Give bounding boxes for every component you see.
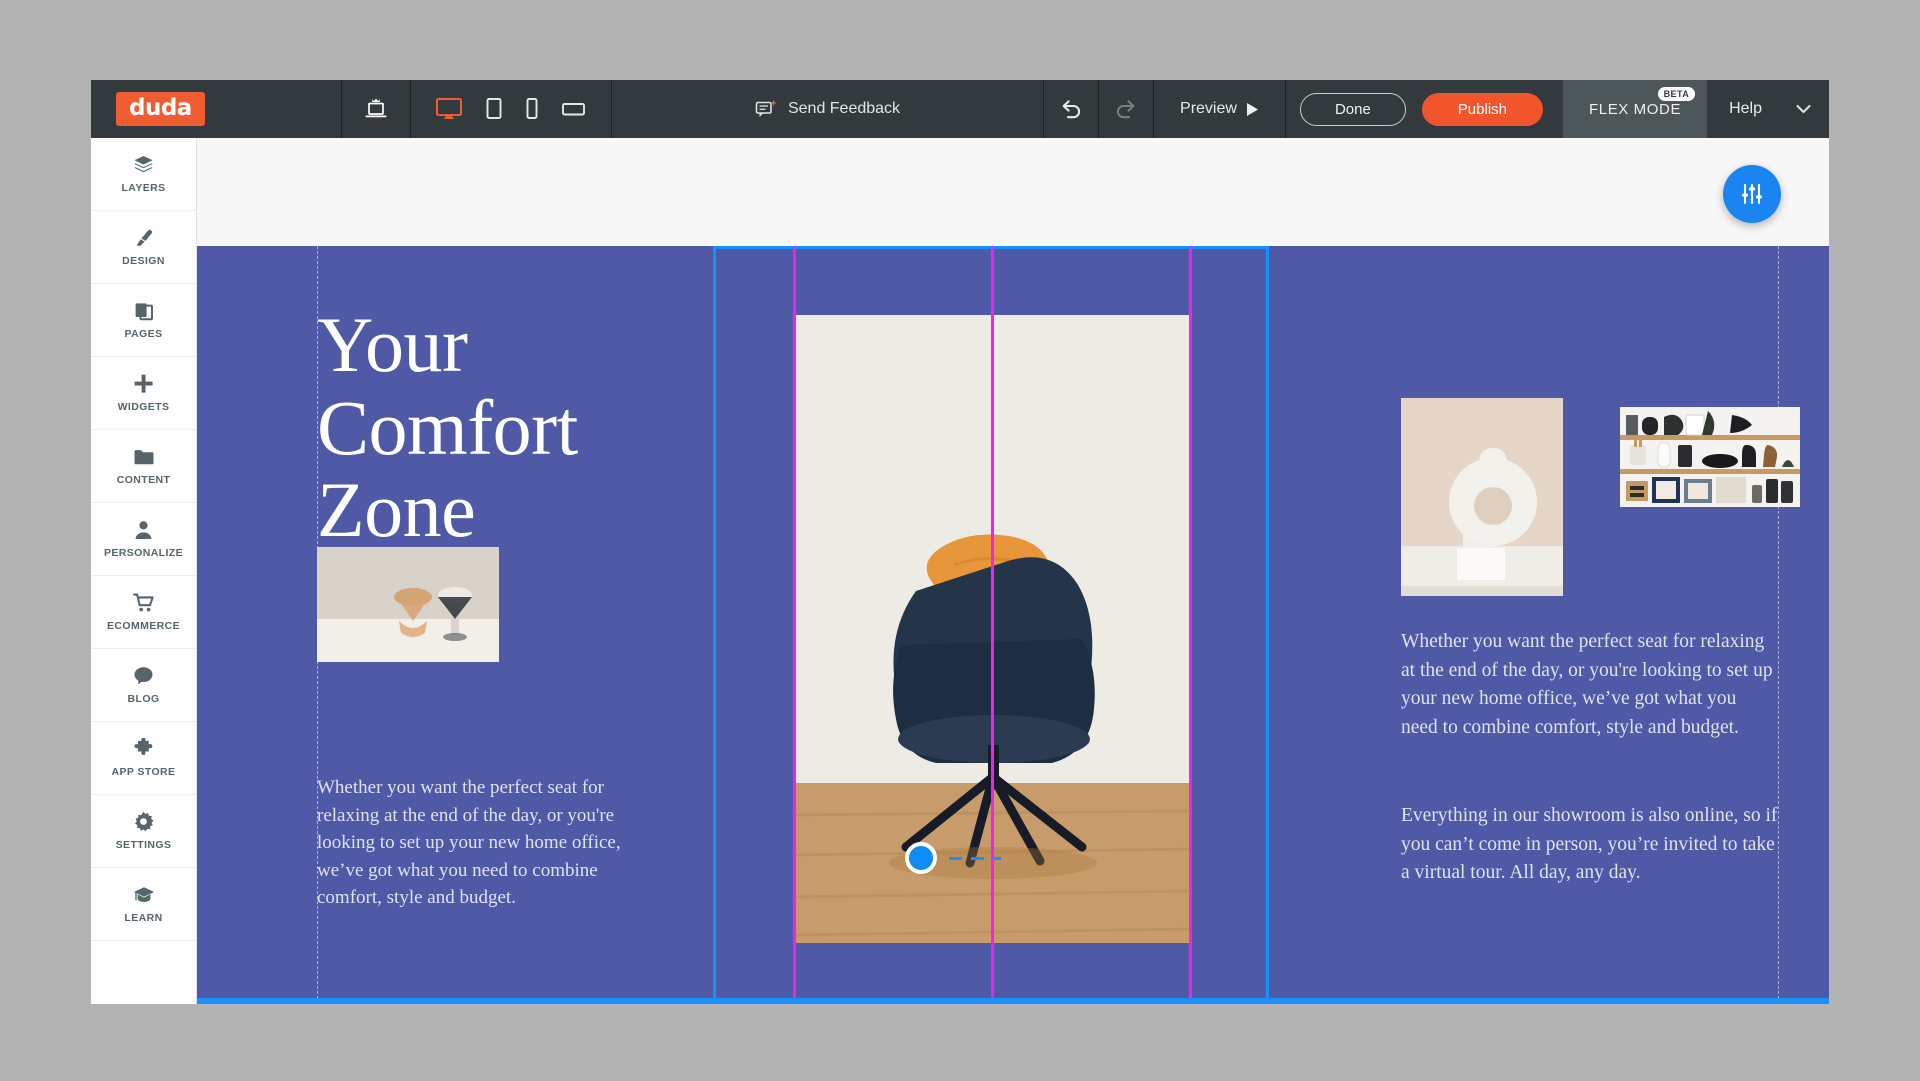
sidebar-item-label: DESIGN (122, 254, 165, 267)
mobile-icon[interactable] (525, 97, 539, 121)
sidebar-item-label: LEARN (124, 911, 163, 924)
puzzle-piece-icon (133, 738, 154, 759)
sidebar-item-ecommerce[interactable]: ECOMMERCE (91, 576, 196, 649)
shelf-image[interactable] (1620, 407, 1800, 507)
sidebar-item-label: PERSONALIZE (103, 546, 184, 559)
mobile-landscape-icon[interactable] (561, 99, 587, 119)
paintbrush-icon (134, 228, 154, 248)
play-triangle-icon (1246, 102, 1259, 117)
sidebar-item-label: BLOG (127, 692, 160, 705)
sidebar-item-pages[interactable]: PAGES (91, 284, 196, 357)
chevron-down-icon (1796, 104, 1811, 114)
device-group-primary (342, 80, 410, 138)
glassware-image[interactable] (317, 547, 499, 662)
person-icon (134, 520, 153, 540)
page-title[interactable]: Your Comfort Zone (317, 303, 747, 552)
hero-paragraph-right-2[interactable]: Everything in our showroom is also onlin… (1401, 802, 1778, 888)
canvas-top-strip (197, 138, 1829, 246)
undo-arrow-icon[interactable] (1044, 80, 1098, 138)
action-buttons-zone: Done Publish (1286, 80, 1563, 138)
publish-button[interactable]: Publish (1421, 92, 1543, 126)
pages-icon (134, 301, 154, 321)
flex-mode-label: FLEX MODE (1589, 100, 1682, 118)
done-button[interactable]: Done (1299, 92, 1406, 126)
left-sidebar: LAYERS DESIGN PAGES WIDGETS CONTENT PERS… (91, 138, 197, 1004)
sidebar-item-widgets[interactable]: WIDGETS (91, 357, 196, 430)
redo-arrow-icon[interactable] (1099, 80, 1153, 138)
duda-logo[interactable]: duda (116, 92, 205, 126)
laptop-crown-icon[interactable] (362, 96, 390, 122)
page-hero-section: Your Comfort Zone Whether you want the p… (197, 246, 1829, 1004)
sidebar-item-layers[interactable]: LAYERS (91, 138, 196, 211)
editor-window: duda Send Feedback Preview Done Publish … (91, 80, 1829, 1004)
gear-icon (133, 811, 154, 832)
tablet-icon[interactable] (485, 97, 503, 121)
sidebar-item-blog[interactable]: BLOG (91, 649, 196, 722)
column-guide-right (1189, 246, 1192, 1002)
sidebar-item-label: WIDGETS (117, 400, 170, 413)
shopping-cart-icon (132, 593, 155, 613)
sidebar-item-label: SETTINGS (115, 838, 172, 851)
site-settings-fab[interactable] (1723, 165, 1781, 223)
send-feedback-label: Send Feedback (787, 100, 901, 117)
sidebar-item-label: ECOMMERCE (106, 619, 181, 632)
sliders-icon (1738, 180, 1766, 208)
sidebar-item-content[interactable]: CONTENT (91, 430, 196, 503)
beta-badge: BETA (1657, 87, 1696, 101)
sidebar-item-label: APP STORE (111, 765, 176, 778)
sidebar-item-settings[interactable]: SETTINGS (91, 795, 196, 868)
plus-icon (133, 374, 154, 394)
page-bottom-selection-edge (197, 998, 1829, 1004)
send-feedback-button[interactable]: Send Feedback (612, 80, 1043, 138)
help-menu[interactable]: Help (1707, 80, 1829, 138)
site-canvas: Your Comfort Zone Whether you want the p… (197, 138, 1829, 1004)
sidebar-item-label: CONTENT (116, 473, 171, 486)
sidebar-item-app-store[interactable]: APP STORE (91, 722, 196, 795)
sidebar-item-learn[interactable]: LEARN (91, 868, 196, 941)
column-guide-left (793, 246, 796, 1002)
resize-dashed-connector (949, 857, 1001, 860)
editor-body: LAYERS DESIGN PAGES WIDGETS CONTENT PERS… (91, 138, 1829, 1004)
flex-mode-toggle[interactable]: FLEX MODE BETA (1563, 80, 1708, 138)
hero-paragraph-right-1[interactable]: Whether you want the perfect seat for re… (1401, 628, 1778, 743)
vase-image[interactable] (1401, 398, 1563, 596)
help-label: Help (1729, 100, 1762, 117)
preview-label: Preview (1180, 100, 1237, 117)
device-group-breakpoints (411, 80, 611, 138)
hero-paragraph-left[interactable]: Whether you want the perfect seat for re… (317, 774, 637, 912)
folder-icon (133, 447, 155, 467)
brand-logo-zone: duda (91, 80, 341, 138)
resize-handle-left[interactable] (905, 842, 937, 874)
preview-button[interactable]: Preview (1154, 80, 1285, 138)
sidebar-item-personalize[interactable]: PERSONALIZE (91, 503, 196, 576)
speech-bubble-icon (755, 99, 777, 119)
desktop-icon[interactable] (435, 97, 463, 121)
speech-bubble-icon (133, 666, 154, 686)
layers-icon (133, 155, 154, 175)
top-toolbar: duda Send Feedback Preview Done Publish … (91, 80, 1829, 138)
sidebar-item-design[interactable]: DESIGN (91, 211, 196, 284)
sidebar-item-label: PAGES (124, 327, 163, 340)
layout-guide-right (1778, 246, 1779, 1004)
column-guide-center (991, 246, 994, 1002)
sidebar-item-label: LAYERS (121, 181, 166, 194)
graduation-cap-icon (133, 885, 155, 905)
